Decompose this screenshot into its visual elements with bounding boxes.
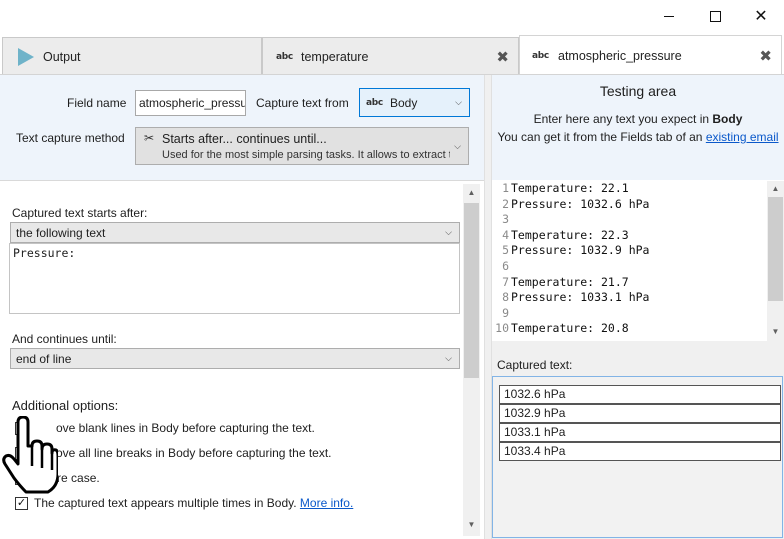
body-bold-text: Body [712,112,743,126]
captured-item: 1032.6 hPa [499,385,781,404]
remove-blank-lines-label: ove blank lines in Body before capturing… [56,421,315,435]
tab-temperature-label: temperature [301,49,369,64]
abc-icon: abc [532,50,549,61]
multiple-times-text: The captured text appears multiple times… [34,496,297,510]
line-number: 5 [502,243,509,258]
method-description: Used for the most simple parsing tasks. … [162,149,450,161]
capture-from-dropdown[interactable]: abc Body ⌵ [359,88,470,117]
line-number: 7 [502,274,509,289]
captured-item: 1033.1 hPa [499,423,781,442]
starts-after-label: Captured text starts after: [12,206,148,220]
capture-from-label: Capture text from [256,96,349,110]
hand-cursor-icon [2,416,58,494]
editor-scrollbar[interactable]: ▲ ▼ [767,181,784,341]
method-label: Text capture method [16,131,125,145]
code-text: Temperature: 22.3 [511,227,629,242]
starts-after-text: Pressure: [13,246,76,260]
testing-area-header: Testing area Enter here any text you exp… [492,75,784,180]
minimize-icon [664,15,674,17]
multiple-times-label: The captured text appears multiple times… [34,496,353,510]
scroll-up-icon[interactable]: ▲ [767,184,784,193]
maximize-button[interactable] [692,0,738,32]
close-icon: ✕ [754,8,768,25]
left-scroll-thumb[interactable] [464,203,479,378]
line-number: 10 [495,321,509,336]
chevron-down-icon: ⌵ [445,227,452,237]
tab-output-label: Output [43,49,81,64]
continues-until-value: end of line [16,351,72,366]
maximize-icon [709,10,721,22]
line-number: 2 [502,196,509,211]
code-text: Temperature: 21.7 [511,274,629,289]
line-number: 1 [502,181,509,195]
testing-area-title: Testing area [599,83,677,99]
starts-after-dropdown[interactable]: the following text ⌵ [10,222,460,243]
title-bar: ✕ [0,0,784,32]
tab-bar: Output abc temperature ✖ abc atmospheric… [0,35,784,75]
code-text: Temperature: 20.8 [511,321,629,336]
close-tab-atmospheric-pressure-icon[interactable]: ✖ [759,47,772,65]
line-number: 4 [502,227,509,242]
captured-item: 1033.4 hPa [499,442,781,461]
close-window-button[interactable]: ✕ [738,0,784,32]
captured-item: 1032.9 hPa [499,404,781,423]
scroll-up-icon[interactable]: ▲ [463,188,480,197]
chevron-down-icon: ⌵ [445,353,452,363]
chevron-down-icon: ⌵ [454,141,461,151]
testing-instructions-line2: You can get it from the Fields tab of an… [492,130,784,144]
test-text-editor[interactable]: 1 Temperature: 22.1 2 Pressure: 1032.6 hPa 3… [492,181,784,341]
check-mark-icon: ✓ [16,497,27,509]
left-scrollbar[interactable]: ▲ ▼ [463,184,480,536]
abc-icon: abc [276,51,293,62]
multiple-times-checkbox[interactable]: ✓ [15,497,28,510]
continues-until-dropdown[interactable]: end of line ⌵ [10,348,460,369]
panel-splitter[interactable] [484,75,492,539]
tab-atmospheric-pressure[interactable]: abc atmospheric_pressure ✖ [519,35,782,75]
scissors-icon: ✂ [144,131,155,145]
code-text: Temperature: 22.1 [511,181,629,195]
code-text: Pressure: 1033.1 hPa [511,290,650,305]
starts-after-value: the following text [16,225,106,240]
field-name-value: atmospheric_pressure [139,96,246,110]
captured-text-list: 1032.6 hPa 1032.9 hPa 1033.1 hPa 1033.4 hPa [492,376,783,538]
code-text: Pressure: 1032.6 hPa [511,196,650,211]
chevron-down-icon: ⌵ [455,97,462,107]
field-name-input[interactable]: atmospheric_pressure [135,90,246,116]
scroll-down-icon[interactable]: ▼ [767,327,784,336]
starts-after-text-input[interactable]: Pressure: [9,243,460,314]
code-text: Pressure: 1032.9 hPa [511,243,650,258]
field-name-label: Field name [67,96,127,110]
continues-until-label: And continues until: [12,332,117,346]
instructions-text: You can get it from the Fields tab of an [497,130,706,144]
play-icon [18,48,34,66]
scroll-down-icon[interactable]: ▼ [463,520,480,529]
tab-temperature[interactable]: abc temperature ✖ [262,37,519,75]
more-info-link[interactable]: More info. [300,496,353,510]
line-number: 9 [502,305,509,320]
line-number: 3 [502,212,509,227]
instructions-text: Enter here any text you expect in [533,112,713,126]
close-tab-temperature-icon[interactable]: ✖ [496,48,509,66]
tab-output[interactable]: Output [2,37,262,75]
line-number: 6 [502,259,509,273]
capture-options-area: Captured text starts after: the followin… [0,181,484,539]
method-title: Starts after... continues until... [162,132,327,146]
existing-email-link[interactable]: existing email [706,130,779,144]
capture-method-dropdown[interactable]: ✂ Starts after... continues until... Use… [135,127,469,165]
testing-instructions-line1: Enter here any text you expect in Body [492,112,784,126]
minimize-button[interactable] [646,0,692,32]
abc-icon: abc [366,97,383,108]
editor-scroll-thumb[interactable] [768,197,783,301]
line-number: 8 [502,290,509,305]
additional-options-label: Additional options: [12,398,119,413]
captured-text-label: Captured text: [497,358,573,372]
tab-atmospheric-pressure-label: atmospheric_pressure [558,48,682,63]
capture-from-value: Body [390,95,418,110]
remove-line-breaks-label: ove all line breaks in Body before captu… [56,446,332,460]
